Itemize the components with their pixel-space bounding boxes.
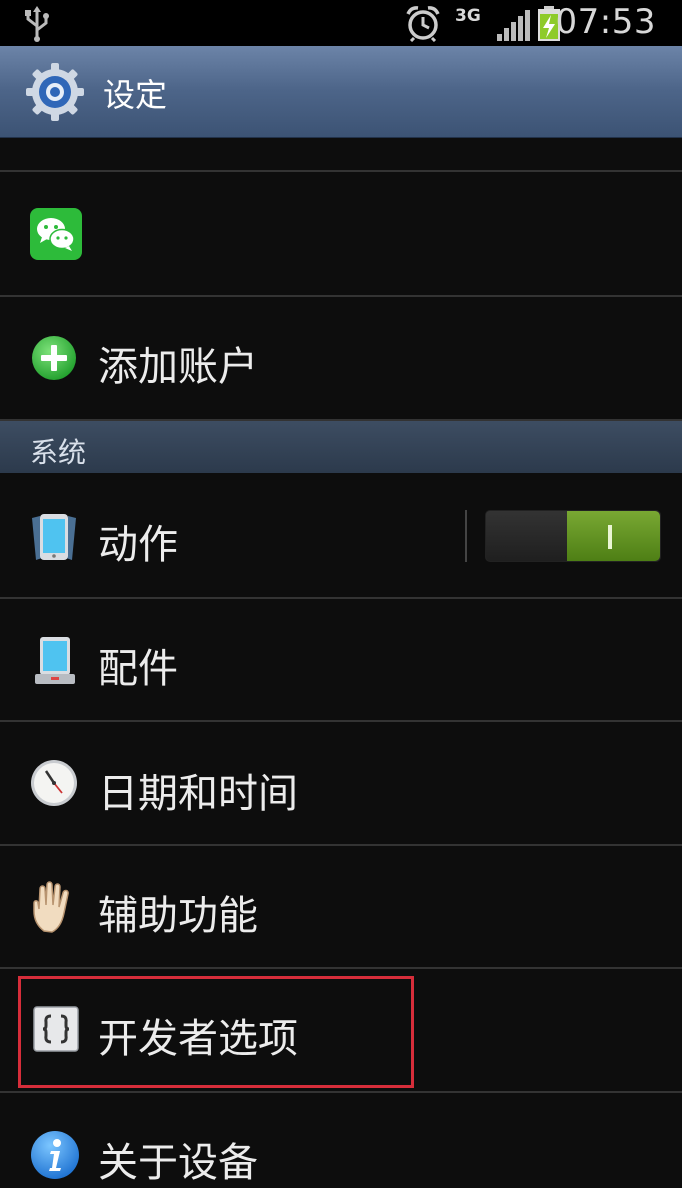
add-circle-icon <box>30 334 78 386</box>
braces-icon <box>33 1006 79 1056</box>
settings-item-label: 关于设备 <box>98 1140 258 1186</box>
settings-item-developer-options[interactable]: 开发者选项 <box>0 970 682 1093</box>
settings-item-label: 配件 <box>98 646 178 692</box>
settings-item-label: 辅助功能 <box>98 893 258 939</box>
info-icon <box>30 1130 80 1184</box>
wechat-icon <box>30 208 82 264</box>
status-time: 07:53 <box>555 2 656 42</box>
usb-icon <box>22 4 52 46</box>
settings-item-about-device[interactable]: 关于设备 <box>0 1094 682 1186</box>
toggle-divider <box>465 510 467 562</box>
settings-item-date-time[interactable]: 日期和时间 <box>0 723 682 846</box>
motion-toggle-switch[interactable] <box>485 510 661 562</box>
settings-item-label: 开发者选项 <box>98 1016 298 1062</box>
status-bar: 3G 07:53 <box>0 0 682 46</box>
toggle-on-mark <box>608 525 612 549</box>
motion-phone-icon <box>30 512 78 566</box>
hand-icon <box>30 881 78 937</box>
section-header-system: 系统 <box>0 421 682 473</box>
page-title: 设定 <box>103 76 168 114</box>
add-account-label: 添加账户 <box>98 344 258 390</box>
add-account-item[interactable]: 添加账户 <box>0 298 682 421</box>
settings-item-accessory[interactable]: 配件 <box>0 600 682 722</box>
alarm-icon <box>404 4 442 46</box>
list-divider-row <box>0 139 682 172</box>
settings-item-label: 动作 <box>98 522 178 568</box>
toggle-on-segment <box>567 511 660 561</box>
account-item-wechat[interactable] <box>0 174 682 297</box>
signal-icon <box>496 8 532 46</box>
settings-item-label: 日期和时间 <box>98 771 298 817</box>
settings-item-accessibility[interactable]: 辅助功能 <box>0 847 682 969</box>
section-header-label: 系统 <box>30 436 87 469</box>
accessory-icon <box>34 636 76 690</box>
network-type: 3G <box>455 6 481 26</box>
title-bar: 设定 <box>0 46 682 138</box>
clock-icon <box>30 759 78 811</box>
gear-icon <box>24 61 86 127</box>
toggle-off-segment <box>486 511 569 561</box>
